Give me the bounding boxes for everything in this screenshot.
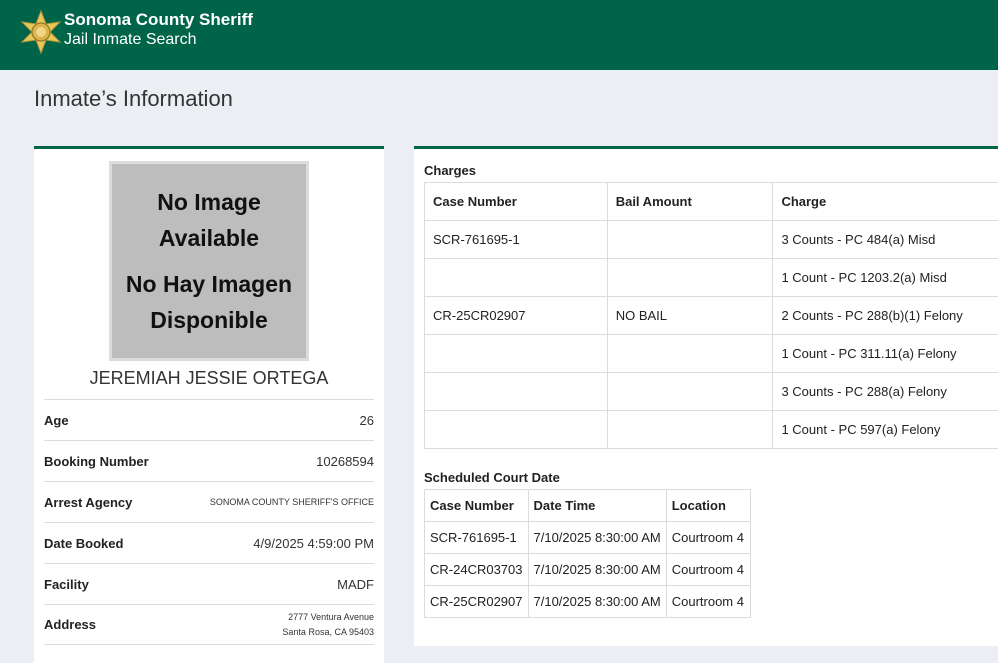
bail-amount-cell: [606, 410, 774, 449]
table-row: CR-24CR03703 7/10/2025 8:30:00 AM Courtr…: [424, 553, 751, 586]
info-label: Facility: [44, 576, 89, 592]
info-label: Date Booked: [44, 535, 124, 551]
info-value: SONOMA COUNTY SHERIFF'S OFFICE: [209, 497, 374, 507]
app-title[interactable]: Sonoma County Sheriff: [64, 10, 253, 30]
table-row: SCR-761695-1 3 Counts - PC 484(a) Misd: [424, 220, 998, 259]
location-cell: Courtroom 4: [665, 553, 751, 586]
table-row: CR-25CR02907 7/10/2025 8:30:00 AM Courtr…: [424, 585, 751, 618]
inmate-photo: No Image Available No Hay Imagen Disponi…: [109, 161, 309, 361]
table-row: 3 Counts - PC 288(a) Felony: [424, 372, 998, 411]
case-number-cell: CR-25CR02907: [424, 585, 529, 618]
case-number-cell: [424, 258, 608, 297]
info-row-age: Age 26: [44, 399, 374, 440]
case-number-cell: CR-25CR02907: [424, 296, 608, 335]
column-header: Location: [665, 489, 751, 522]
bail-amount-cell: [606, 372, 774, 411]
info-value: MADF: [337, 576, 374, 592]
bail-amount-cell: [606, 220, 774, 259]
location-cell: Courtroom 4: [665, 585, 751, 618]
case-number-cell: SCR-761695-1: [424, 521, 529, 554]
charges-header-row: Case Number Bail Amount Charge: [424, 182, 998, 221]
case-number-cell: SCR-761695-1: [424, 220, 608, 259]
bail-amount-cell: [606, 258, 774, 297]
inmate-card: No Image Available No Hay Imagen Disponi…: [34, 146, 384, 663]
charge-cell: 3 Counts - PC 484(a) Misd: [772, 220, 998, 259]
info-value: 10268594: [316, 453, 374, 469]
column-header: Charge: [772, 182, 998, 221]
info-row-booking-number: Booking Number 10268594: [44, 440, 374, 481]
charge-cell: 1 Count - PC 311.11(a) Felony: [772, 334, 998, 373]
table-row: 1 Count - PC 311.11(a) Felony: [424, 334, 998, 373]
date-time-cell: 7/10/2025 8:30:00 AM: [527, 521, 667, 554]
info-row-facility: Facility MADF: [44, 563, 374, 604]
no-image-placeholder: No Image Available No Hay Imagen Disponi…: [114, 166, 304, 356]
court-date-title: Scheduled Court Date: [424, 470, 560, 485]
info-row-arrest-agency: Arrest Agency SONOMA COUNTY SHERIFF'S OF…: [44, 481, 374, 522]
info-row-address: Address 2777 Ventura Avenue Santa Rosa, …: [44, 604, 374, 645]
photo-text-line: No Image: [157, 189, 261, 215]
charges-title: Charges: [424, 163, 477, 178]
photo-text-line: Available: [158, 225, 260, 251]
address-value: 2777 Ventura Avenue Santa Rosa, CA 95403: [282, 610, 374, 640]
case-number-cell: CR-24CR03703: [424, 553, 529, 586]
photo-text-line: No Hay Imagen: [125, 271, 293, 297]
column-header: Date Time: [527, 489, 667, 522]
table-row: CR-25CR02907 NO BAIL 2 Counts - PC 288(b…: [424, 296, 998, 335]
top-bar: Sonoma County Sheriff Jail Inmate Search: [0, 0, 998, 70]
info-label: Arrest Agency: [44, 494, 133, 510]
inmate-name: JEREMIAH JESSIE ORTEGA: [89, 368, 329, 388]
charge-cell: 1 Count - PC 1203.2(a) Misd: [772, 258, 998, 297]
photo-text-line: Disponible: [150, 307, 268, 333]
info-label: Booking Number: [44, 453, 149, 469]
date-time-cell: 7/10/2025 8:30:00 AM: [527, 553, 667, 586]
bail-amount-cell: NO BAIL: [606, 296, 774, 335]
charges-card: Charges Case Number Bail Amount Charge S…: [414, 146, 998, 646]
column-header: Case Number: [424, 182, 608, 221]
info-value: 4/9/2025 4:59:00 PM: [253, 535, 374, 551]
info-value: 26: [359, 412, 374, 428]
court-date-table: Case Number Date Time Location SCR-76169…: [424, 489, 751, 618]
table-row: 1 Count - PC 1203.2(a) Misd: [424, 258, 998, 297]
table-row: 1 Count - PC 597(a) Felony: [424, 410, 998, 449]
case-number-cell: [424, 372, 608, 411]
charge-cell: 3 Counts - PC 288(a) Felony: [772, 372, 998, 411]
case-number-cell: [424, 334, 608, 373]
case-number-cell: [424, 410, 608, 449]
charge-cell: 1 Count - PC 597(a) Felony: [772, 410, 998, 449]
charges-table: Case Number Bail Amount Charge SCR-76169…: [424, 182, 998, 449]
column-header: Bail Amount: [606, 182, 774, 221]
column-header: Case Number: [424, 489, 529, 522]
date-time-cell: 7/10/2025 8:30:00 AM: [527, 585, 667, 618]
page-title: Inmate’s Information: [34, 86, 233, 111]
info-row-date-booked: Date Booked 4/9/2025 4:59:00 PM: [44, 522, 374, 563]
info-label: Age: [44, 412, 69, 428]
inmate-info-list: Age 26 Booking Number 10268594 Arrest Ag…: [44, 399, 374, 645]
address-line: 2777 Ventura Avenue: [288, 611, 374, 622]
bail-amount-cell: [606, 334, 774, 373]
info-label: Address: [44, 617, 97, 632]
table-row: SCR-761695-1 7/10/2025 8:30:00 AM Courtr…: [424, 521, 751, 554]
address-line: Santa Rosa, CA 95403: [282, 626, 374, 637]
court-header-row: Case Number Date Time Location: [424, 489, 751, 522]
location-cell: Courtroom 4: [665, 521, 751, 554]
sheriff-star-icon: [20, 10, 62, 54]
charge-cell: 2 Counts - PC 288(b)(1) Felony: [772, 296, 998, 335]
app-subtitle[interactable]: Jail Inmate Search: [64, 31, 197, 49]
